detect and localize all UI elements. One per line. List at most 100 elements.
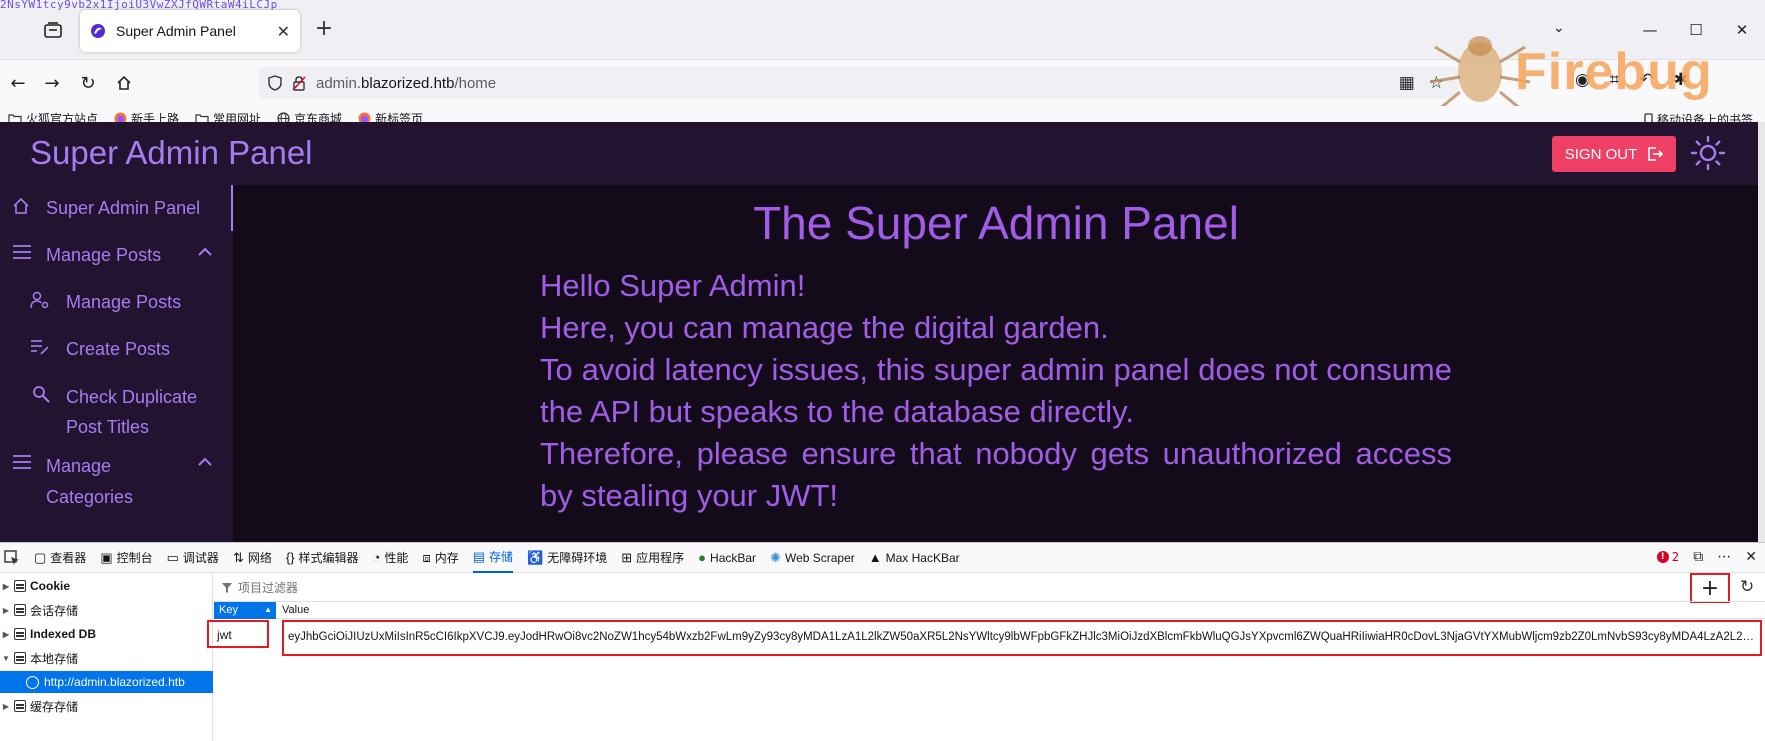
globe-icon [26, 675, 39, 689]
tree-item-local-storage-origin[interactable]: http://admin.blazorized.htb [0, 671, 213, 693]
inspector-icon: ▢ [34, 549, 47, 565]
sort-ascending-icon: ▲ [264, 605, 272, 614]
devtools-tab-max-hackbar[interactable]: ▲ Max HacKBar [869, 543, 960, 573]
forward-arrow-icon[interactable]: → [40, 71, 64, 95]
super-admin-app: Super Admin Panel SIGN OUT Super Admin P… [0, 122, 1758, 542]
more-options-icon[interactable]: ⋯ [1717, 549, 1731, 565]
insecure-lock-icon[interactable] [292, 75, 306, 91]
tree-item-indexed-db[interactable]: ▶ Indexed DB [0, 623, 213, 645]
tree-item-cookie[interactable]: ▶ Cookie [0, 575, 213, 597]
storage-icon [14, 580, 26, 592]
sidebar-item-create-posts[interactable]: Create Posts [0, 326, 233, 372]
devtools-tab-hackbar[interactable]: ● HackBar [698, 543, 756, 573]
search-icon [33, 386, 50, 403]
shield-icon[interactable] [268, 75, 282, 91]
url-bar[interactable]: admin.blazorized.htb/home ▦ ☆ [258, 67, 1458, 99]
devtools-tab-application[interactable]: ⊞ 应用程序 [621, 543, 684, 573]
sun-icon[interactable] [1690, 135, 1726, 171]
table-row-key-cell[interactable]: jwt [207, 620, 269, 648]
devtools-tab-console[interactable]: ▣ 控制台 [100, 543, 152, 573]
sidebar-item-check-duplicate[interactable]: Check Duplicate Post Titles [0, 373, 233, 441]
sidebar-item-manage-categories-group[interactable]: Manage Categories [0, 442, 233, 514]
tab-list-button[interactable] [38, 18, 68, 42]
home-icon[interactable] [112, 71, 136, 95]
devtools-tab-memory[interactable]: ⧈ 内存 [422, 543, 458, 573]
close-devtools-icon[interactable]: ✕ [1745, 549, 1757, 565]
tree-item-label: 本地存储 [30, 651, 79, 666]
element-picker-icon[interactable] [4, 543, 20, 573]
sidebar-item-label: Manage Posts [46, 245, 162, 265]
devtools-tab-web-scraper[interactable]: ✺ Web Scraper [770, 543, 855, 573]
error-count-badge[interactable]: ! 2 [1656, 550, 1679, 564]
devtools-tab-label: Web Scraper [784, 550, 855, 565]
table-header: Key ▲ Value [214, 601, 1765, 619]
devtools-tab-debugger[interactable]: ▭ 调试器 [167, 543, 219, 573]
devtools-tab-performance[interactable]: ◔ 性能 [373, 543, 409, 573]
sidebar-item-label: Check Duplicate [66, 387, 198, 407]
filter-placeholder: 项目过滤器 [238, 581, 299, 595]
close-tab-icon[interactable]: ✕ [277, 22, 290, 41]
column-header-value[interactable]: Value [282, 604, 309, 616]
expand-arrow-icon[interactable]: ▶ [0, 702, 12, 711]
sidebar-item-manage-posts[interactable]: Manage Posts [0, 279, 233, 325]
sidebar-item-manage-posts-group[interactable]: Manage Posts [0, 232, 233, 278]
spider-icon: ✺ [770, 549, 781, 565]
tree-item-label: http://admin.blazorized.htb [44, 675, 185, 689]
add-item-button[interactable]: + [1690, 573, 1730, 603]
reload-icon[interactable]: ↻ [76, 71, 100, 95]
tree-item-local-storage[interactable]: ▼ 本地存储 [0, 647, 213, 669]
new-tab-button[interactable]: + [312, 18, 336, 42]
expand-arrow-icon[interactable]: ▶ [0, 606, 12, 615]
storage-icon [14, 604, 26, 616]
sidebar-item-super-admin-panel[interactable]: Super Admin Panel [0, 185, 233, 231]
sidebar-item-label: Create Posts [66, 339, 171, 359]
tree-item-session-storage[interactable]: ▶ 会话存储 [0, 599, 213, 621]
chevron-up-icon[interactable] [198, 247, 212, 257]
firebug-logo: Firebug [1515, 43, 1713, 101]
devtools-tab-label: 内存 [434, 551, 459, 565]
devtools-tab-label: 查看器 [50, 551, 87, 565]
error-icon: ! [1656, 551, 1669, 563]
tree-item-label: 会话存储 [30, 603, 79, 618]
column-header-key[interactable]: Key ▲ [214, 602, 276, 619]
close-window-button[interactable]: ✕ [1719, 0, 1765, 60]
url-path: /home [454, 74, 497, 92]
devtools-tab-label: 无障碍环境 [547, 551, 608, 565]
expand-arrow-icon[interactable]: ▶ [0, 582, 12, 591]
tab-title: Super Admin Panel [116, 23, 236, 39]
devtools-tab-accessibility[interactable]: ♿ 无障碍环境 [527, 543, 607, 573]
refresh-icon[interactable]: ↻ [1740, 577, 1754, 597]
back-arrow-icon[interactable]: ← [6, 71, 30, 95]
storage-icon: ▤ [472, 548, 486, 564]
chevron-down-icon[interactable]: ⌄ [1553, 20, 1565, 36]
url-text: admin.blazorized.htb/home [316, 75, 496, 92]
hackbar-icon: ● [698, 550, 707, 565]
devtools-tab-label: 存储 [489, 550, 514, 564]
sign-out-button[interactable]: SIGN OUT [1552, 136, 1676, 172]
table-row-value-cell[interactable]: eyJhbGciOiJIUzUxMiIsInR5cCI6IkpXVCJ9.eyJ… [282, 620, 1762, 656]
chevron-up-icon[interactable] [198, 457, 212, 467]
filter-items-input[interactable]: 项目过滤器 [222, 579, 298, 596]
devtools-tab-label: 性能 [384, 551, 409, 565]
app-title[interactable]: Super Admin Panel [30, 134, 313, 172]
tree-item-cache-storage[interactable]: ▶ 缓存存储 [0, 695, 213, 717]
sidebar-item-label: Super Admin Panel [46, 198, 201, 218]
page-heading: The Super Admin Panel [753, 197, 1239, 249]
devtools-tab-label: 应用程序 [636, 551, 685, 565]
user-settings-icon [30, 291, 49, 309]
devtools-tab-style-editor[interactable]: {} 样式编辑器 [286, 543, 359, 573]
devtools-tab-label: 样式编辑器 [298, 551, 359, 565]
devtools-tab-storage[interactable]: ▤ 存储 [472, 543, 514, 573]
devtools-tab-network[interactable]: ⇅ 网络 [233, 543, 272, 573]
tab-super-admin-panel[interactable]: Super Admin Panel ✕ [80, 10, 300, 52]
dock-icon[interactable]: ⧉ [1693, 549, 1703, 565]
edit-list-icon [31, 340, 49, 355]
collapse-arrow-icon[interactable]: ▼ [0, 654, 12, 663]
column-key-label: Key [219, 604, 238, 616]
url-prefix: admin. [316, 74, 362, 92]
devtools-tab-inspector[interactable]: ▢ 查看器 [34, 543, 86, 573]
expand-arrow-icon[interactable]: ▶ [0, 630, 12, 639]
sidebar-item-label-line2: Post Titles [66, 417, 150, 437]
qr-code-icon[interactable]: ▦ [1399, 73, 1415, 93]
paragraph: Therefore, please ensure that nobody get… [540, 436, 1452, 513]
